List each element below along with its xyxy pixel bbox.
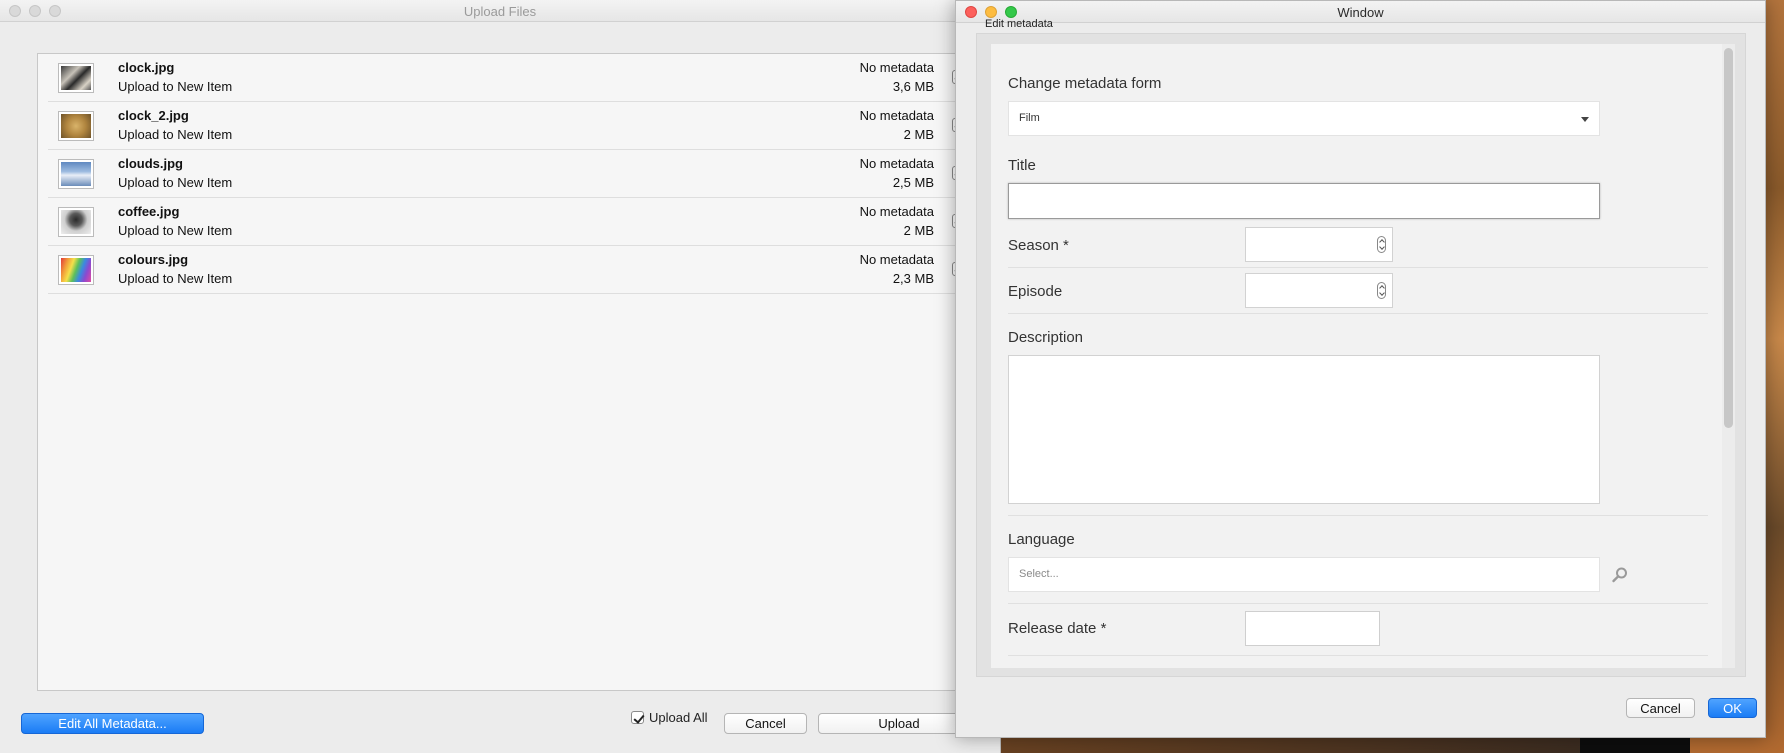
episode-label: Episode <box>1008 283 1063 300</box>
file-size: 2,5 MB <box>892 175 934 190</box>
file-thumbnail <box>58 207 94 237</box>
file-size: 2 MB <box>903 223 934 238</box>
file-name: colours.jpg <box>118 252 189 267</box>
language-label: Language <box>1008 531 1075 548</box>
divider <box>1008 267 1708 268</box>
metadata-form-value: Film <box>1019 112 1040 124</box>
language-select[interactable]: Select... <box>1008 557 1600 592</box>
metadata-window-titlebar[interactable]: Window <box>956 1 1765 23</box>
season-label: Season * <box>1008 237 1069 254</box>
cancel-button[interactable]: Cancel <box>724 713 807 734</box>
divider <box>1008 515 1708 516</box>
divider <box>1008 655 1708 656</box>
stepper-icon[interactable] <box>1377 282 1386 299</box>
metadata-form-select[interactable]: Film <box>1008 101 1600 136</box>
edit-metadata-window: Window Edit metadata Change metadata for… <box>955 0 1766 738</box>
metadata-form-container: Change metadata form Film Title Season *… <box>976 33 1746 677</box>
file-name: clock.jpg <box>118 60 175 75</box>
episode-stepper[interactable] <box>1245 273 1393 308</box>
file-metadata-status: No metadata <box>859 60 934 75</box>
chevron-down-icon <box>1581 117 1589 122</box>
file-name: coffee.jpg <box>118 204 180 219</box>
language-placeholder: Select... <box>1019 568 1059 580</box>
file-thumbnail <box>58 255 94 285</box>
upload-footer: Edit All Metadata... Upload All Cancel U… <box>0 706 1001 738</box>
file-destination: Upload to New Item <box>118 271 233 286</box>
upload-all-label: Upload All <box>649 710 708 725</box>
edit-metadata-header: Edit metadata <box>985 18 1053 30</box>
title-label: Title <box>1008 157 1036 174</box>
file-row[interactable]: clock.jpg Upload to New Item No metadata… <box>48 54 976 102</box>
scrollbar-thumb[interactable] <box>1724 48 1733 428</box>
upload-files-window: Upload Files clock.jpg Upload to New Ite… <box>0 0 1001 753</box>
release-date-input[interactable] <box>1245 611 1380 646</box>
file-destination: Upload to New Item <box>118 223 233 238</box>
file-destination: Upload to New Item <box>118 175 233 190</box>
file-destination: Upload to New Item <box>118 79 233 94</box>
file-name: clock_2.jpg <box>118 108 189 123</box>
file-metadata-status: No metadata <box>859 252 934 267</box>
edit-all-metadata-button[interactable]: Edit All Metadata... <box>21 713 204 734</box>
upload-window-titlebar[interactable]: Upload Files <box>0 0 1000 22</box>
window-title: Window <box>1337 5 1384 20</box>
file-metadata-status: No metadata <box>859 204 934 219</box>
file-row[interactable]: colours.jpg Upload to New Item No metada… <box>48 246 976 294</box>
ok-button[interactable]: OK <box>1708 698 1757 718</box>
description-textarea[interactable] <box>1008 355 1600 504</box>
scrollbar-track[interactable] <box>1722 44 1735 668</box>
file-size: 2,3 MB <box>892 271 934 286</box>
file-row[interactable]: coffee.jpg Upload to New Item No metadat… <box>48 198 976 246</box>
file-size: 2 MB <box>903 127 934 142</box>
file-list: clock.jpg Upload to New Item No metadata… <box>37 53 987 691</box>
file-destination: Upload to New Item <box>118 127 233 142</box>
upload-all-toggle[interactable]: Upload All <box>631 710 708 725</box>
file-size: 3,6 MB <box>892 79 934 94</box>
metadata-cancel-button[interactable]: Cancel <box>1626 698 1695 718</box>
metadata-form: Change metadata form Film Title Season *… <box>991 44 1735 668</box>
search-icon[interactable] <box>1611 566 1629 584</box>
file-thumbnail <box>58 159 94 189</box>
file-name: clouds.jpg <box>118 156 183 171</box>
file-row[interactable]: clouds.jpg Upload to New Item No metadat… <box>48 150 976 198</box>
description-label: Description <box>1008 329 1084 346</box>
upload-all-checkbox[interactable] <box>631 711 644 724</box>
season-stepper[interactable] <box>1245 227 1393 262</box>
file-row[interactable]: clock_2.jpg Upload to New Item No metada… <box>48 102 976 150</box>
title-input[interactable] <box>1008 183 1600 219</box>
file-metadata-status: No metadata <box>859 108 934 123</box>
change-form-label: Change metadata form <box>1008 75 1162 92</box>
divider <box>1008 603 1708 604</box>
file-thumbnail <box>58 63 94 93</box>
file-metadata-status: No metadata <box>859 156 934 171</box>
stepper-icon[interactable] <box>1377 236 1386 253</box>
file-thumbnail <box>58 111 94 141</box>
divider <box>1008 313 1708 314</box>
window-title: Upload Files <box>463 4 537 19</box>
release-date-label: Release date * <box>1008 620 1107 637</box>
